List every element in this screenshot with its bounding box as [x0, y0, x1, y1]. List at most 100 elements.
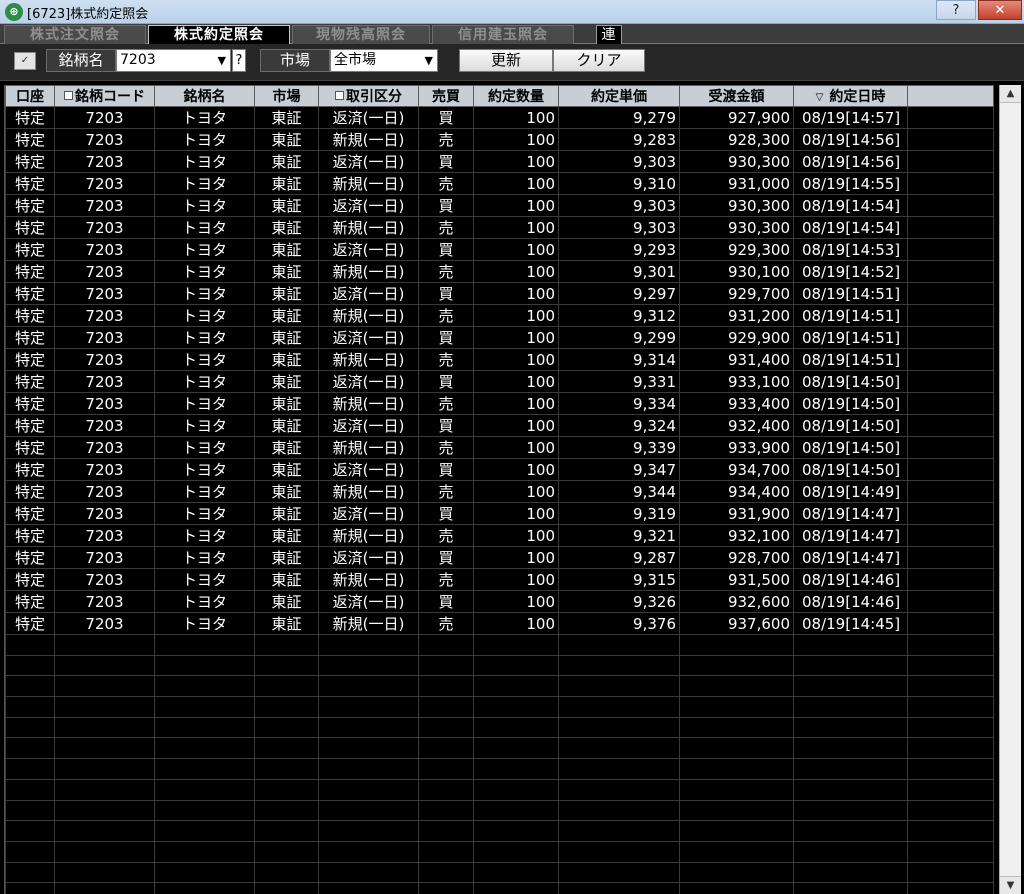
table-row[interactable]: 特定 7203 トヨタ 東証 新規(一日) 売 100 9,312 931,200 08/19[1… — [5, 304, 994, 327]
tab-execution-inquiry[interactable]: 株式約定照会 — [148, 25, 290, 45]
cell-empty — [473, 882, 559, 894]
table-row[interactable]: 特定 7203 トヨタ 東証 新規(一日) 売 100 9,301 930,100 08/19[1… — [5, 260, 994, 283]
table-row[interactable]: 特定 7203 トヨタ 東証 返済(一日) 買 100 9,297 929,700 08/19[1… — [5, 282, 994, 305]
table-row[interactable]: 特定 7203 トヨタ 東証 返済(一日) 買 100 9,287 928,700 08/19[1… — [5, 546, 994, 569]
cell-price: 9,347 — [558, 458, 680, 481]
cell-side: 買 — [418, 194, 474, 217]
col-header-name[interactable]: 銘柄名 — [154, 85, 255, 107]
select-checkbox[interactable]: ✓ — [14, 52, 36, 70]
cell-empty — [473, 778, 559, 801]
col-header-account[interactable]: 口座 — [5, 85, 55, 107]
cell-empty — [254, 758, 319, 780]
table-row[interactable]: 特定 7203 トヨタ 東証 新規(一日) 売 100 9,310 931,000 08/19[1… — [5, 172, 994, 195]
cell-empty — [54, 820, 155, 842]
scroll-up-arrow-icon[interactable]: ▲ — [1000, 85, 1021, 103]
cell-empty — [5, 696, 55, 718]
cell-empty — [254, 820, 319, 842]
table-row[interactable]: 特定 7203 トヨタ 東証 返済(一日) 買 100 9,326 932,600 08/19[1… — [5, 590, 994, 613]
table-row[interactable]: 特定 7203 トヨタ 東証 新規(一日) 売 100 9,376 937,600 08/19[1… — [5, 612, 994, 635]
cell-empty — [907, 799, 994, 822]
table-row[interactable]: 特定 7203 トヨタ 東証 返済(一日) 買 100 9,303 930,300 08/19[1… — [5, 150, 994, 173]
table-header-row: 口座 銘柄コード 銘柄名 市場 取引区分 売買 約定数量 約定単価 受渡金額 ▽… — [5, 85, 994, 107]
cell-empty — [5, 716, 55, 739]
table-row[interactable]: 特定 7203 トヨタ 東証 返済(一日) 買 100 9,319 931,900 08/19[1… — [5, 502, 994, 525]
cell-trade-type: 返済(一日) — [318, 458, 419, 481]
col-header-code[interactable]: 銘柄コード — [54, 85, 155, 107]
col-header-trade-type[interactable]: 取引区分 — [318, 85, 419, 107]
table-row[interactable]: 特定 7203 トヨタ 東証 新規(一日) 売 100 9,334 933,400 08/19[1… — [5, 392, 994, 415]
col-header-market[interactable]: 市場 — [254, 85, 319, 107]
cell-amount: 931,200 — [679, 304, 794, 327]
cell-amount: 929,700 — [679, 282, 794, 305]
cell-side: 売 — [418, 392, 474, 415]
cell-code: 7203 — [54, 348, 155, 371]
col-header-side[interactable]: 売買 — [418, 85, 474, 107]
table-row[interactable]: 特定 7203 トヨタ 東証 新規(一日) 売 100 9,344 934,400 08/19[1… — [5, 480, 994, 503]
tab-cash-balance-inquiry[interactable]: 現物残高照会 — [292, 25, 430, 44]
cell-account: 特定 — [5, 216, 55, 239]
cell-quantity: 100 — [473, 326, 559, 349]
cell-empty — [254, 840, 319, 863]
help-button[interactable]: ? — [936, 0, 976, 20]
cell-empty — [793, 882, 908, 894]
empty-row — [5, 675, 994, 698]
cell-price: 9,301 — [558, 260, 680, 283]
table-row[interactable]: 特定 7203 トヨタ 東証 新規(一日) 売 100 9,321 932,100 08/19[1… — [5, 524, 994, 547]
col-header-datetime[interactable]: ▽ 約定日時 — [793, 85, 908, 107]
table-row[interactable]: 特定 7203 トヨタ 東証 返済(一日) 買 100 9,293 929,300 08/19[1… — [5, 238, 994, 261]
cell-empty — [5, 820, 55, 842]
table-row[interactable]: 特定 7203 トヨタ 東証 返済(一日) 買 100 9,303 930,300 08/19[1… — [5, 194, 994, 217]
table-row[interactable]: 特定 7203 トヨタ 東証 新規(一日) 売 100 9,315 931,500 08/19[1… — [5, 568, 994, 591]
table-row[interactable]: 特定 7203 トヨタ 東証 返済(一日) 買 100 9,279 927,900 08/19[1… — [5, 106, 994, 129]
dropdown-arrow-icon[interactable]: ▼ — [425, 50, 433, 71]
clear-button[interactable]: クリア — [553, 49, 645, 72]
cell-empty — [679, 716, 794, 739]
table-row[interactable]: 特定 7203 トヨタ 東証 返済(一日) 買 100 9,299 929,900 08/19[1… — [5, 326, 994, 349]
vertical-scrollbar[interactable]: ▲ ▼ — [999, 85, 1021, 894]
symbol-lookup-button[interactable]: ? — [232, 49, 246, 72]
scroll-down-arrow-icon[interactable]: ▼ — [1000, 876, 1021, 894]
cell-account: 特定 — [5, 238, 55, 261]
close-button[interactable]: ✕ — [978, 0, 1022, 20]
table-row[interactable]: 特定 7203 トヨタ 東証 新規(一日) 売 100 9,314 931,400 08/19[1… — [5, 348, 994, 371]
cell-empty — [54, 716, 155, 739]
symbol-select[interactable]: 7203 ▼ — [116, 49, 231, 72]
table-row[interactable]: 特定 7203 トヨタ 東証 新規(一日) 売 100 9,303 930,300 08/19[1… — [5, 216, 994, 239]
cell-empty — [154, 716, 255, 739]
refresh-button[interactable]: 更新 — [459, 49, 553, 72]
cell-empty — [318, 634, 419, 656]
dropdown-arrow-icon[interactable]: ▼ — [218, 50, 226, 71]
col-header-price[interactable]: 約定単価 — [558, 85, 680, 107]
cell-amount: 927,900 — [679, 106, 794, 129]
table-row[interactable]: 特定 7203 トヨタ 東証 新規(一日) 売 100 9,283 928,300 08/19[1… — [5, 128, 994, 151]
cell-empty — [793, 696, 908, 718]
table-body: 特定 7203 トヨタ 東証 返済(一日) 買 100 9,279 927,900 08/19[1… — [5, 106, 994, 894]
cell-amount: 932,600 — [679, 590, 794, 613]
cell-code: 7203 — [54, 304, 155, 327]
cell-amount: 929,900 — [679, 326, 794, 349]
cell-price: 9,326 — [558, 590, 680, 613]
cell-quantity: 100 — [473, 568, 559, 591]
cell-empty — [473, 654, 559, 677]
cell-trade-type: 新規(一日) — [318, 128, 419, 151]
market-select[interactable]: 全市場 ▼ — [330, 49, 438, 72]
table-row[interactable]: 特定 7203 トヨタ 東証 返済(一日) 買 100 9,331 933,100 08/19[1… — [5, 370, 994, 393]
table-row[interactable]: 特定 7203 トヨタ 東証 返済(一日) 買 100 9,347 934,700 08/19[1… — [5, 458, 994, 481]
table-row[interactable]: 特定 7203 トヨタ 東証 返済(一日) 買 100 9,324 932,400 08/19[1… — [5, 414, 994, 437]
cell-side: 売 — [418, 480, 474, 503]
col-header-amount[interactable]: 受渡金額 — [679, 85, 794, 107]
cell-empty — [679, 696, 794, 718]
tab-linked[interactable]: 連 — [596, 25, 622, 44]
cell-market: 東証 — [254, 216, 319, 239]
cell-name: トヨタ — [154, 612, 255, 635]
cell-quantity: 100 — [473, 370, 559, 393]
cell-empty — [154, 820, 255, 842]
tab-order-inquiry[interactable]: 株式注文照会 — [4, 25, 146, 44]
cell-market: 東証 — [254, 304, 319, 327]
tab-margin-position-inquiry[interactable]: 信用建玉照会 — [432, 25, 574, 44]
table-row[interactable]: 特定 7203 トヨタ 東証 新規(一日) 売 100 9,339 933,900 08/19[1… — [5, 436, 994, 459]
col-header-quantity[interactable]: 約定数量 — [473, 85, 559, 107]
cell-name: トヨタ — [154, 458, 255, 481]
cell-name: トヨタ — [154, 436, 255, 459]
cell-code: 7203 — [54, 546, 155, 569]
